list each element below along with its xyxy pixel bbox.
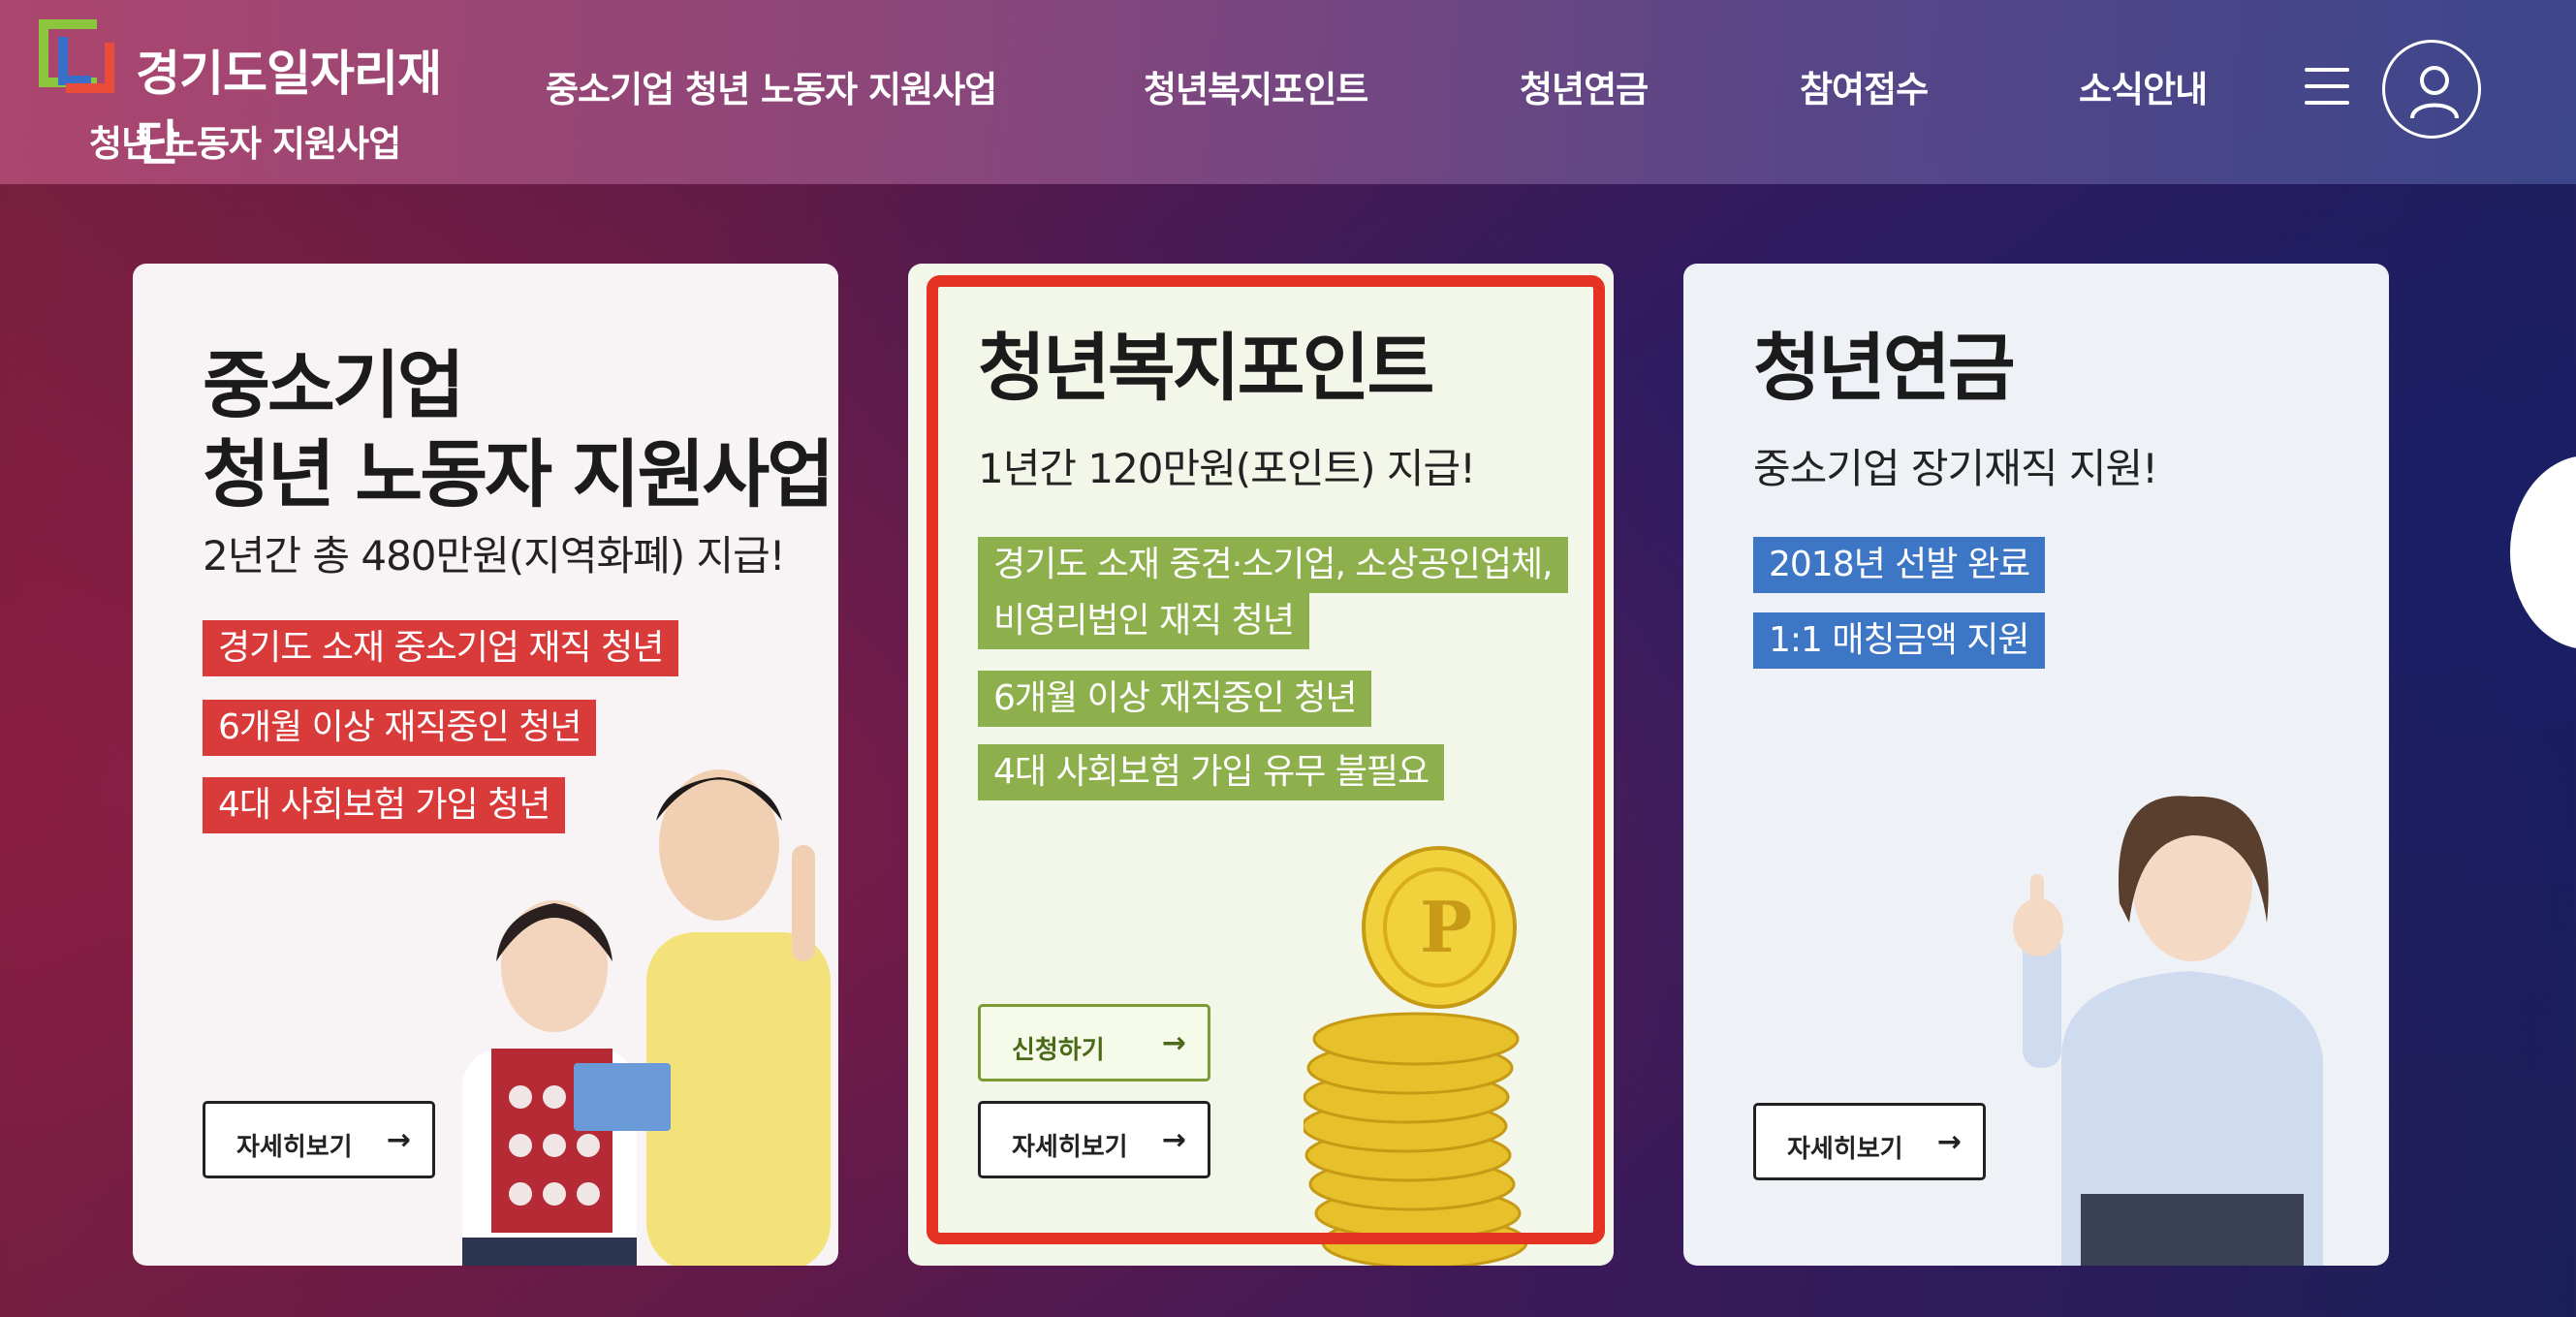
- arrow-right-icon: →: [1936, 1125, 1962, 1159]
- card-title: 중소기업 청년 노동자 지원사업: [203, 342, 834, 517]
- card-title: 청년복지포인트: [978, 325, 1434, 411]
- apply-button[interactable]: 신청하기 →: [978, 1004, 1210, 1082]
- hamburger-menu-icon[interactable]: [2305, 68, 2349, 105]
- couple-illustration: [462, 769, 831, 1266]
- arrow-right-icon: →: [1161, 1123, 1186, 1157]
- tag-eligibility: 비영리법인 재직 청년: [978, 593, 1309, 649]
- card-youth-worker-support: 중소기업 청년 노동자 지원사업 2년간 총 480만원(지역화폐) 지급! 경…: [133, 264, 838, 1266]
- tag-eligibility: 6개월 이상 재직중인 청년: [978, 671, 1372, 727]
- tag-eligibility: 1:1 매칭금액 지원: [1753, 612, 2045, 669]
- logo-subtitle: 청년 노동자 지원사업: [89, 123, 401, 165]
- arrow-right-icon: →: [1161, 1026, 1186, 1060]
- coin-stack-illustration: P: [1304, 846, 1528, 1266]
- tag-eligibility: 2018년 선발 완료: [1753, 537, 2046, 593]
- card-youth-pension: 청년연금 중소기업 장기재직 지원! 2018년 선발 완료 1:1 매칭금액 …: [1683, 264, 2389, 1266]
- detail-button[interactable]: 자세히보기 →: [1753, 1103, 1986, 1180]
- nav-item-youth-worker-support[interactable]: 중소기업 청년 노동자 지원사업: [546, 60, 997, 112]
- nav-item-youth-pension[interactable]: 청년연금: [1520, 60, 1649, 112]
- arrow-right-icon: →: [386, 1123, 411, 1157]
- nav-item-news[interactable]: 소식안내: [2079, 60, 2208, 112]
- nav-item-welfare-points[interactable]: 청년복지포인트: [1144, 60, 1368, 112]
- site-logo[interactable]: 경기도일자리재단 청년 노동자 지원사업: [39, 17, 446, 172]
- logo-mark-icon: [39, 19, 126, 97]
- tag-eligibility: 경기도 소재 중견·소기업, 소상공인업체,: [978, 537, 1568, 593]
- detail-button[interactable]: 자세히보기 →: [978, 1101, 1210, 1178]
- user-icon[interactable]: [2382, 40, 2481, 139]
- card-subtitle: 1년간 120만원(포인트) 지급!: [978, 445, 1476, 492]
- card-title: 청년연금: [1753, 325, 2016, 411]
- tag-eligibility: 4대 사회보험 가입 유무 불필요: [978, 744, 1445, 800]
- tag-eligibility: 경기도 소재 중소기업 재직 청년: [203, 620, 679, 676]
- woman-illustration: [2013, 796, 2323, 1266]
- svg-text:P: P: [1420, 886, 1472, 968]
- nav-item-apply[interactable]: 참여접수: [1800, 60, 1929, 112]
- card-welfare-points: 청년복지포인트 1년간 120만원(포인트) 지급! 경기도 소재 중견·소기업…: [908, 264, 1614, 1266]
- card-subtitle: 중소기업 장기재직 지원!: [1753, 445, 2158, 492]
- detail-button[interactable]: 자세히보기 →: [203, 1101, 435, 1178]
- card-subtitle: 2년간 총 480만원(지역화폐) 지급!: [203, 532, 786, 580]
